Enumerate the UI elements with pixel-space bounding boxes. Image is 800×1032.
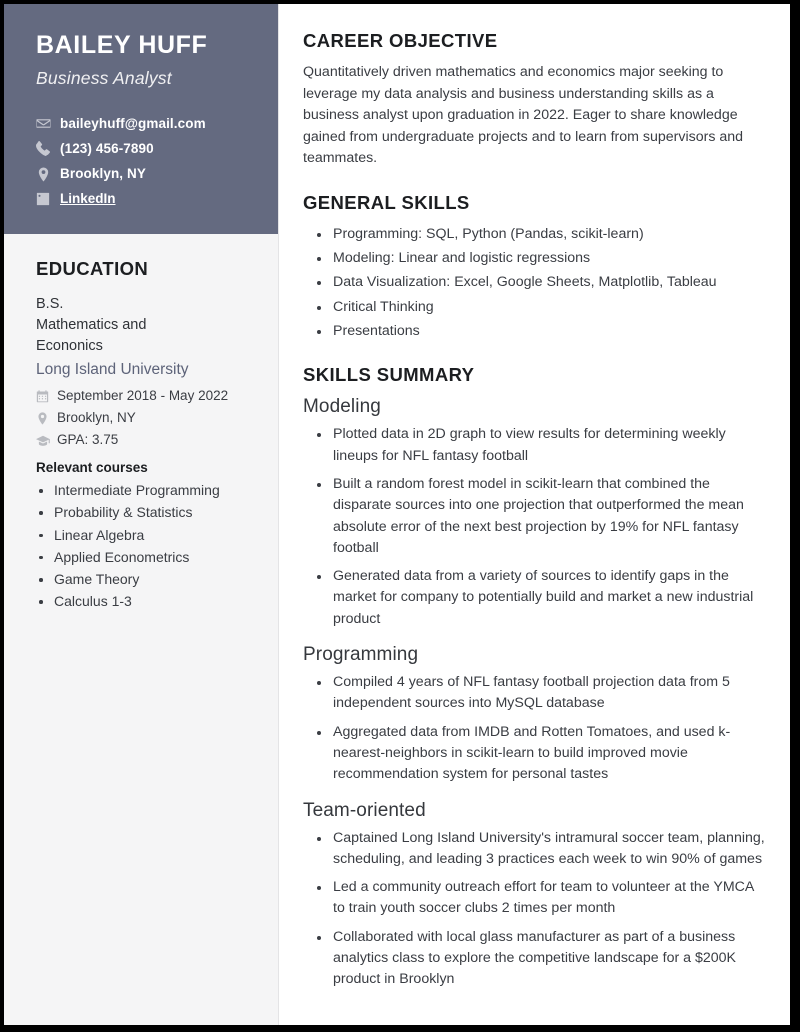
bullet-item: Captained Long Island University's intra… bbox=[303, 828, 766, 871]
career-objective-heading: CAREER OBJECTIVE bbox=[303, 30, 498, 51]
subsection-heading: Programming bbox=[303, 644, 419, 666]
bullet-item: Plotted data in 2D graph to view results… bbox=[303, 424, 766, 467]
location-pin-icon bbox=[36, 167, 56, 182]
modeling-bullet-list: Plotted data in 2D graph to view results… bbox=[303, 424, 766, 630]
bullet-item: Compiled 4 years of NFL fantasy football… bbox=[303, 672, 766, 715]
contact-item-phone: (123) 456-7890 bbox=[36, 140, 248, 158]
career-objective-section: CAREER OBJECTIVE Quantitatively driven m… bbox=[303, 30, 766, 170]
contact-phone-text: (123) 456-7890 bbox=[60, 140, 154, 156]
skills-subsection-team-oriented: Team-oriented Captained Long Island Univ… bbox=[303, 800, 766, 991]
graduation-cap-icon bbox=[36, 434, 54, 448]
general-skills-heading: GENERAL SKILLS bbox=[303, 191, 470, 213]
general-skills-section: GENERAL SKILLS Programming: SQL, Python … bbox=[303, 192, 766, 342]
contact-location-text: Brooklyn, NY bbox=[60, 165, 146, 181]
course-item: Calculus 1-3 bbox=[36, 591, 256, 612]
skill-item: Programming: SQL, Python (Pandas, scikit… bbox=[303, 224, 766, 245]
sidebar: BAILEY HUFF Business Analyst baileyhuff@… bbox=[4, 4, 279, 1025]
education-gpa: GPA: 3.75 bbox=[36, 431, 256, 450]
education-location-text: Brooklyn, NY bbox=[57, 410, 136, 426]
education-major: Mathematics and Econonics bbox=[36, 317, 147, 355]
contact-list: baileyhuff@gmail.com (123) 456-7890 Broo… bbox=[36, 115, 248, 209]
contact-email-text: baileyhuff@gmail.com bbox=[60, 115, 206, 131]
course-item: Game Theory bbox=[36, 569, 256, 590]
education-dates-text: September 2018 - May 2022 bbox=[57, 388, 229, 404]
skills-subsection-modeling: Modeling Plotted data in 2D graph to vie… bbox=[303, 396, 766, 630]
education-location: Brooklyn, NY bbox=[36, 409, 256, 428]
education-section: EDUCATION B.S. Mathematics and Econonics… bbox=[4, 234, 278, 1025]
location-pin-icon bbox=[36, 412, 54, 425]
bullet-item: Aggregated data from IMDB and Rotten Tom… bbox=[303, 722, 766, 786]
linkedin-link-text[interactable]: LinkedIn bbox=[60, 190, 116, 208]
relevant-courses-label: Relevant courses bbox=[36, 460, 148, 476]
subsection-heading: Modeling bbox=[303, 396, 381, 418]
resume-page: BAILEY HUFF Business Analyst baileyhuff@… bbox=[0, 0, 800, 1032]
contact-item-linkedin[interactable]: LinkedIn bbox=[36, 190, 248, 208]
contact-item-email: baileyhuff@gmail.com bbox=[36, 115, 248, 133]
candidate-name: BAILEY HUFF bbox=[36, 31, 208, 59]
education-degree: B.S. bbox=[36, 296, 64, 313]
programming-bullet-list: Compiled 4 years of NFL fantasy football… bbox=[303, 672, 766, 785]
career-objective-text: Quantitatively driven mathematics and ec… bbox=[303, 64, 744, 167]
bullet-item: Collaborated with local glass manufactur… bbox=[303, 927, 766, 991]
course-item: Intermediate Programming bbox=[36, 480, 256, 501]
course-item: Applied Econometrics bbox=[36, 547, 256, 568]
envelope-icon bbox=[36, 116, 56, 131]
subsection-heading: Team-oriented bbox=[303, 799, 426, 821]
bullet-item: Generated data from a variety of sources… bbox=[303, 566, 766, 630]
education-dates: September 2018 - May 2022 bbox=[36, 387, 256, 406]
skills-summary-heading: SKILLS SUMMARY bbox=[303, 364, 475, 386]
team-oriented-bullet-list: Captained Long Island University's intra… bbox=[303, 828, 766, 991]
bullet-item: Led a community outreach effort for team… bbox=[303, 877, 766, 920]
education-meta-list: September 2018 - May 2022 Brooklyn, NY G… bbox=[36, 387, 256, 450]
bullet-item: Built a random forest model in scikit-le… bbox=[303, 474, 766, 559]
general-skills-list: Programming: SQL, Python (Pandas, scikit… bbox=[303, 224, 766, 342]
main-content: CAREER OBJECTIVE Quantitatively driven m… bbox=[279, 4, 790, 1025]
contact-item-location: Brooklyn, NY bbox=[36, 165, 248, 183]
phone-icon bbox=[36, 141, 56, 157]
skills-subsection-programming: Programming Compiled 4 years of NFL fant… bbox=[303, 644, 766, 785]
education-heading: EDUCATION bbox=[36, 258, 149, 280]
course-item: Linear Algebra bbox=[36, 525, 256, 546]
calendar-icon bbox=[36, 390, 54, 403]
relevant-courses-list: Intermediate Programming Probability & S… bbox=[36, 480, 256, 613]
skill-item: Critical Thinking bbox=[303, 297, 766, 318]
skill-item: Presentations bbox=[303, 321, 766, 342]
course-item: Probability & Statistics bbox=[36, 502, 256, 523]
candidate-job-title: Business Analyst bbox=[36, 67, 172, 88]
sidebar-header: BAILEY HUFF Business Analyst baileyhuff@… bbox=[4, 4, 278, 235]
skills-summary-section: SKILLS SUMMARY Modeling Plotted data in … bbox=[303, 364, 766, 990]
skill-item: Modeling: Linear and logistic regression… bbox=[303, 248, 766, 269]
skill-item: Data Visualization: Excel, Google Sheets… bbox=[303, 272, 766, 293]
education-gpa-text: GPA: 3.75 bbox=[57, 432, 119, 448]
resume-sheet: BAILEY HUFF Business Analyst baileyhuff@… bbox=[4, 4, 790, 1025]
linkedin-icon bbox=[36, 192, 56, 206]
education-school: Long Island University bbox=[36, 361, 189, 379]
